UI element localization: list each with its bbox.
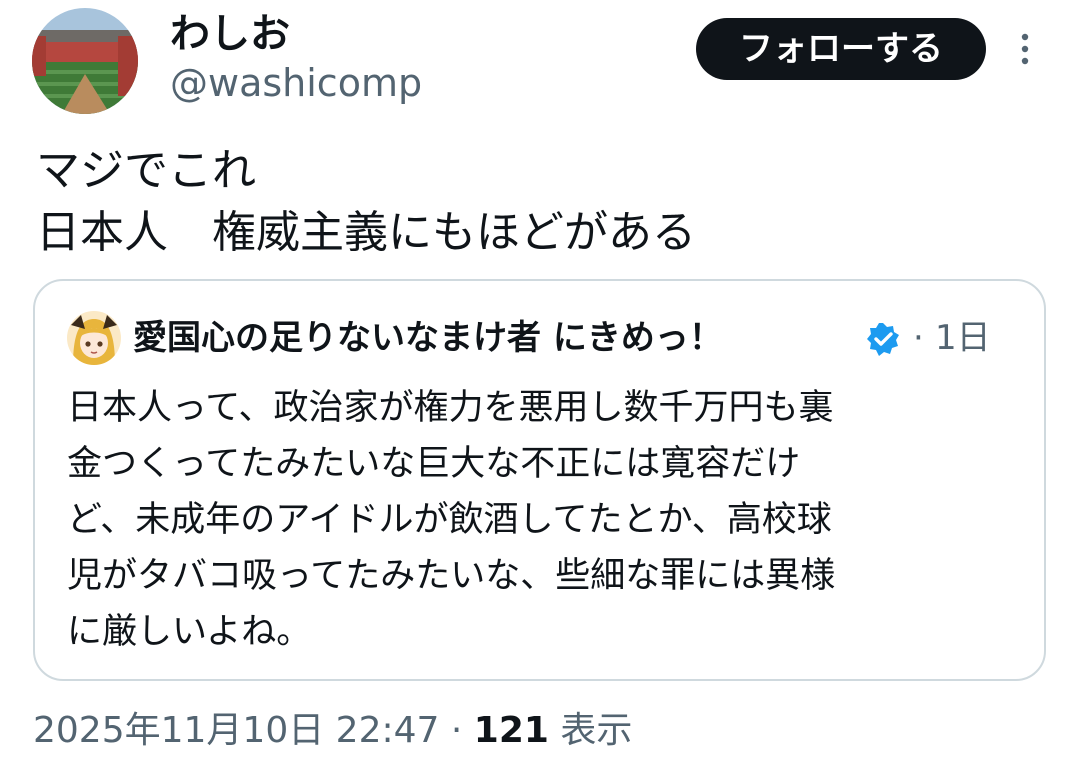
anime-girl-avatar-icon [67,311,121,365]
quote-timestamp[interactable]: 1日 [935,311,991,365]
quote-author-avatar [67,311,121,365]
tweet-text-line: 日本人 権威主義にもほどがある [36,207,696,258]
stadium-photo-avatar [32,8,138,114]
quote-author-name: 愛国心の足りないなまけ者 にきめっ！ [133,318,723,358]
vertical-ellipsis-icon[interactable] [1010,30,1040,70]
views-count: 121 [473,710,549,751]
quote-body-line: 金つくってたみたいな巨大な不正には寛容だけ [67,444,801,484]
meta-separator: · [450,710,463,751]
quote-body-line: 児がタバコ吸ってたみたいな、些細な罪には異様 [67,556,836,596]
verified-badge-icon [865,321,901,357]
author-handle[interactable]: @washicomp [170,60,422,106]
tweet-timestamp[interactable]: 2025年11月10日 22:47 [33,710,439,751]
author-avatar[interactable] [32,8,138,114]
quote-body-line: ど、未成年のアイドルが飲酒してたとか、高校球 [67,500,832,540]
tweet-text-line: マジでこれ [36,145,256,196]
tweet-meta: 2025年11月10日 22:47 · 121 表示 [33,705,632,757]
views-label: 表示 [560,710,633,751]
quoted-tweet-card[interactable]: 愛国心の足りないなまけ者 にきめっ！ · 1日 日本人って、政治家が権力を悪用し… [33,279,1046,681]
quote-body-line: に厳しいよね。 [67,612,312,652]
author-display-name[interactable]: わしお [170,10,290,58]
quote-separator: · [913,318,924,358]
follow-button[interactable]: フォローする [696,18,986,80]
quote-body-text: 日本人って、政治家が権力を悪用し数千万円も裏 金つくってたみたいな巨大な不正には… [67,380,1007,660]
quote-body-line: 日本人って、政治家が権力を悪用し数千万円も裏 [67,388,834,428]
tweet-text: マジでこれ 日本人 権威主義にもほどがある [36,140,1046,264]
